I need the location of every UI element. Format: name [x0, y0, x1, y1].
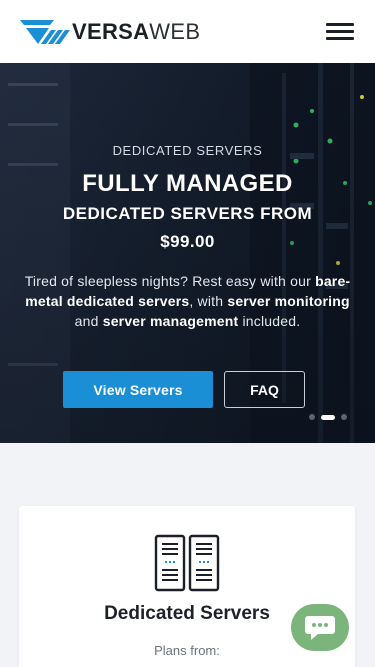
- logo-mark-icon: [20, 20, 70, 44]
- chat-bubble-icon: [305, 615, 335, 640]
- faq-button[interactable]: FAQ: [224, 371, 305, 408]
- hero-description: Tired of sleepless nights? Rest easy wit…: [24, 273, 351, 329]
- brand-name: VERSA WEB: [72, 21, 200, 43]
- hero-price: $99.00: [160, 232, 215, 251]
- hero-eyebrow: DEDICATED SERVERS: [112, 143, 263, 158]
- server-rack-icon: [154, 534, 220, 592]
- carousel-dot[interactable]: [341, 414, 347, 420]
- brand-name-bold: VERSA: [72, 19, 150, 44]
- chat-widget-button[interactable]: [291, 604, 349, 651]
- view-servers-button[interactable]: View Servers: [63, 371, 213, 408]
- brand-name-light: WEB: [149, 19, 201, 44]
- brand-logo[interactable]: VERSA WEB: [20, 17, 200, 47]
- carousel-dot[interactable]: [309, 414, 315, 420]
- hero-carousel: DEDICATED SERVERS FULLY MANAGED DEDICATE…: [0, 63, 375, 443]
- hamburger-menu-icon[interactable]: [326, 22, 356, 42]
- carousel-dots: [309, 413, 353, 421]
- hero-title: FULLY MANAGED: [82, 170, 293, 197]
- carousel-dot-active[interactable]: [321, 414, 335, 420]
- hero-subtitle: DEDICATED SERVERS FROM: [62, 204, 313, 223]
- site-header: VERSA WEB: [0, 0, 375, 63]
